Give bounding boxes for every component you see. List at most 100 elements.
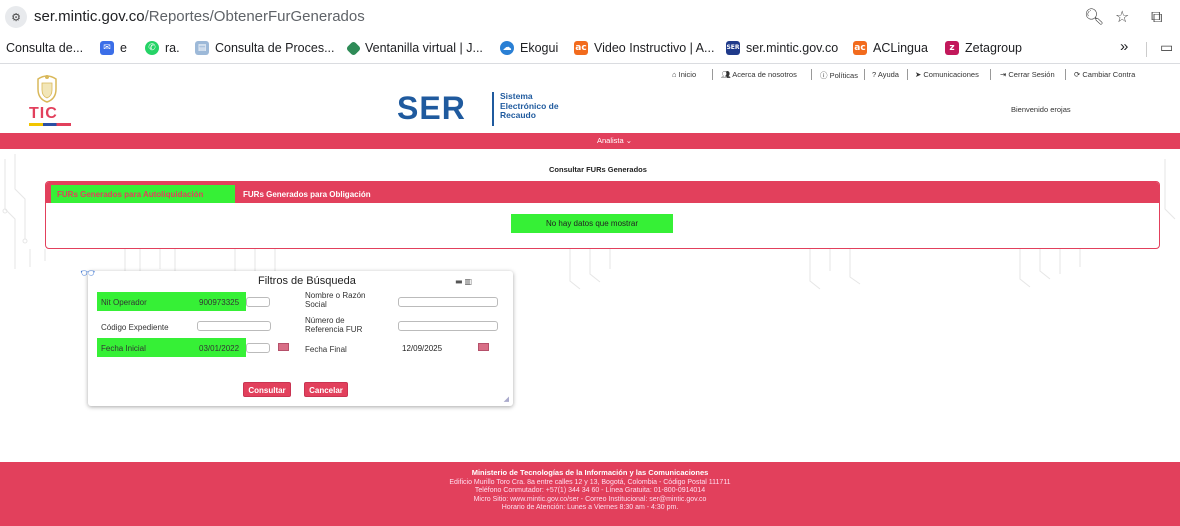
bookmark-label: Consulta de... [6, 41, 84, 55]
document-icon: ▤ [195, 41, 209, 55]
nav-separator [811, 69, 812, 80]
nav-label: Inicio [678, 70, 697, 79]
ser-icon: SER [726, 41, 740, 55]
fecha-inicial-field[interactable] [246, 343, 270, 353]
page: ⌂ Inicio 👥︎ Acerca de nosotros ⓘ Polític… [0, 65, 1180, 526]
tic-logo-bar [29, 123, 71, 126]
nit-field[interactable] [246, 297, 270, 307]
nit-label: Nit Operador [101, 298, 147, 307]
empty-message: No hay datos que mostrar [511, 214, 673, 233]
expediente-field[interactable] [197, 321, 271, 331]
filters-dialog: 👓︎ Filtros de Búsqueda ▬▥ Nit Operador 9… [80, 266, 513, 406]
nav-inicio[interactable]: ⌂ Inicio [672, 70, 696, 79]
ac-icon: ac [574, 41, 588, 55]
ser-logo: SER [397, 90, 466, 126]
whatsapp-icon: ✆ [145, 41, 159, 55]
filters-title: Filtros de Búsqueda [258, 275, 356, 287]
bookmark-consulta[interactable]: Consulta de... [6, 41, 83, 55]
nav-label: Políticas [829, 71, 858, 80]
nav-acerca[interactable]: 👥︎ Acerca de nosotros [721, 70, 797, 79]
footer-address: Edificio Murillo Toro Cra. 8a entre call… [449, 478, 731, 486]
footer: Ministerio de Tecnologías de la Informac… [0, 462, 1180, 526]
razon-social-field[interactable] [398, 297, 498, 307]
welcome-text: Bienvenido erojas [1011, 105, 1071, 114]
diamond-icon [345, 40, 362, 56]
url-path: /Reportes/ObtenerFurGenerados [144, 8, 365, 25]
consultar-button[interactable]: Consultar [243, 382, 291, 397]
nav-cambiar-contrasena[interactable]: ⟳ Cambiar Contra [1074, 70, 1135, 79]
nav-ayuda[interactable]: ? Ayuda [872, 70, 899, 79]
menu-analista[interactable]: Analista ⌄ [597, 136, 632, 145]
nav-comunicaciones[interactable]: ➤ Comunicaciones [915, 70, 979, 79]
bookmark-ventanilla[interactable]: Ventanilla virtual | J... [345, 40, 483, 56]
nav-label: Acerca de nosotros [732, 70, 797, 79]
nit-value: 900973325 [199, 298, 240, 307]
info-icon: ⓘ [820, 71, 830, 80]
nav-separator [864, 69, 865, 80]
nav-cerrar-sesion[interactable]: ⇥ Cerrar Sesión [1000, 70, 1055, 79]
bookmark-zetagroup[interactable]: z Zetagroup [945, 41, 1022, 55]
fecha-final-label: Fecha Final [305, 345, 347, 354]
browser-address-bar: ⚙ ser.mintic.gov.co/Reportes/ObtenerFurG… [0, 0, 1180, 34]
fecha-inicial-label: Fecha Inicial [101, 344, 146, 353]
page-title: Consultar FURs Generados [549, 165, 647, 174]
bookmark-video-instructivo[interactable]: ac Video Instructivo | A... [574, 41, 714, 55]
bookmarks-divider [1146, 42, 1147, 57]
users-icon: 👥︎ [721, 70, 733, 79]
resize-handle-icon[interactable]: ◢ [504, 395, 509, 403]
referencia-label: Número de Referencia FUR [305, 316, 363, 334]
url-field[interactable]: ser.mintic.gov.co/Reportes/ObtenerFurGen… [34, 8, 365, 25]
footer-web: Micro Sitio: www.mintic.gov.co/ser - Cor… [473, 495, 707, 503]
bookmark-ser[interactable]: SER ser.mintic.gov.co [726, 41, 838, 55]
folder-icon[interactable]: ▭ [1160, 39, 1173, 56]
ekogui-icon: ☁ [500, 41, 514, 55]
bookmark-label: ACLingua [873, 41, 928, 55]
url-host: ser.mintic.gov.co [34, 8, 145, 25]
home-icon: ⌂ [672, 70, 679, 79]
top-nav: ⌂ Inicio 👥︎ Acerca de nosotros ⓘ Polític… [0, 68, 1180, 82]
zoom-icon[interactable]: 🔍︎ [1084, 7, 1104, 26]
site-info-icon[interactable]: ⚙ [5, 6, 27, 28]
nav-separator [907, 69, 908, 80]
fecha-inicial-value: 03/01/2022 [199, 344, 240, 353]
referencia-fur-field[interactable] [398, 321, 498, 331]
nav-label: Comunicaciones [923, 70, 979, 79]
bookmark-label: Zetagroup [965, 41, 1022, 55]
nav-label: Ayuda [877, 70, 899, 79]
bookmarks-more-button[interactable]: » [1120, 38, 1128, 55]
bookmark-label: ser.mintic.gov.co [746, 41, 839, 55]
nav-politicas[interactable]: ⓘ Políticas [820, 70, 858, 81]
bookmark-aclingua[interactable]: ac ACLingua [853, 41, 928, 55]
nav-separator [712, 69, 713, 80]
tab-autoliquidacion[interactable]: FURs Generados para Autoliquidación [51, 185, 235, 203]
furs-tabs-panel: FURs Generados para Autoliquidación FURs… [45, 181, 1160, 249]
bookmark-consulta-procesos[interactable]: ▤ Consulta de Proces... [195, 41, 335, 55]
nav-separator [990, 69, 991, 80]
calendar-icon[interactable] [478, 343, 489, 351]
coat-of-arms-icon [37, 75, 57, 103]
cancelar-button[interactable]: Cancelar [304, 382, 348, 397]
ac-icon: ac [853, 41, 867, 55]
bookmark-e[interactable]: ✉ e [100, 41, 127, 55]
nav-separator [1065, 69, 1066, 80]
nav-label: Cambiar Contra [1082, 70, 1136, 79]
tab-obligacion[interactable]: FURs Generados para Obligación [237, 185, 377, 203]
bookmark-label: Video Instructivo | A... [594, 41, 715, 55]
extensions-icon[interactable]: ⧉ [1151, 7, 1162, 27]
bookmark-label: Consulta de Proces... [215, 41, 335, 55]
bookmarks-bar: Consulta de... ✉ e ✆ ra. ▤ Consulta de Proc… [0, 34, 1180, 64]
tic-logo[interactable]: TIC [29, 105, 58, 123]
dialog-window-icons[interactable]: ▬▥ [455, 277, 474, 286]
tabs-header: FURs Generados para Autoliquidación FURs… [46, 182, 1159, 203]
star-icon[interactable]: ☆ [1115, 7, 1129, 26]
main-menu-bar: Analista ⌄ [0, 133, 1180, 149]
footer-hours: Horario de Atención: Lunes a Viernes 8:3… [501, 504, 679, 511]
fecha-final-field[interactable]: 12/09/2025 [398, 343, 473, 353]
expediente-label: Código Expediente [101, 323, 169, 332]
nav-label: Cerrar Sesión [1008, 70, 1055, 79]
bookmark-ekogui[interactable]: ☁ Ekogui [500, 41, 558, 55]
footer-title: Ministerio de Tecnologías de la Informac… [471, 468, 709, 477]
mail-icon: ✉ [100, 41, 114, 55]
bookmark-ra[interactable]: ✆ ra. [145, 41, 180, 55]
calendar-icon[interactable] [278, 343, 289, 351]
